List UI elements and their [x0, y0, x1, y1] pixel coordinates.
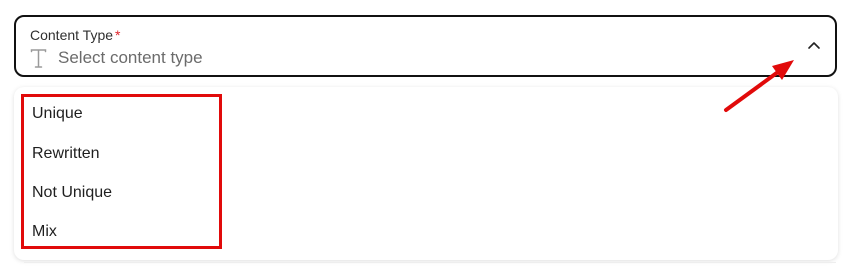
option-mix[interactable]: Mix — [32, 223, 57, 241]
content-type-select[interactable]: Content Type * Select content type — [14, 15, 837, 77]
text-type-icon — [30, 49, 47, 68]
option-not-unique[interactable]: Not Unique — [32, 184, 112, 202]
red-arrow-icon — [724, 60, 794, 112]
divider — [24, 262, 836, 263]
select-placeholder: Select content type — [58, 48, 203, 67]
field-label-text: Content Type — [30, 27, 114, 43]
field-label: Content Type * — [30, 27, 120, 43]
required-asterisk: * — [115, 27, 121, 43]
chevron-up-icon[interactable] — [807, 40, 821, 50]
option-rewritten[interactable]: Rewritten — [32, 145, 100, 163]
option-unique[interactable]: Unique — [32, 105, 83, 123]
content-type-dropdown-menu: Unique Rewritten Not Unique Mix — [14, 87, 838, 260]
